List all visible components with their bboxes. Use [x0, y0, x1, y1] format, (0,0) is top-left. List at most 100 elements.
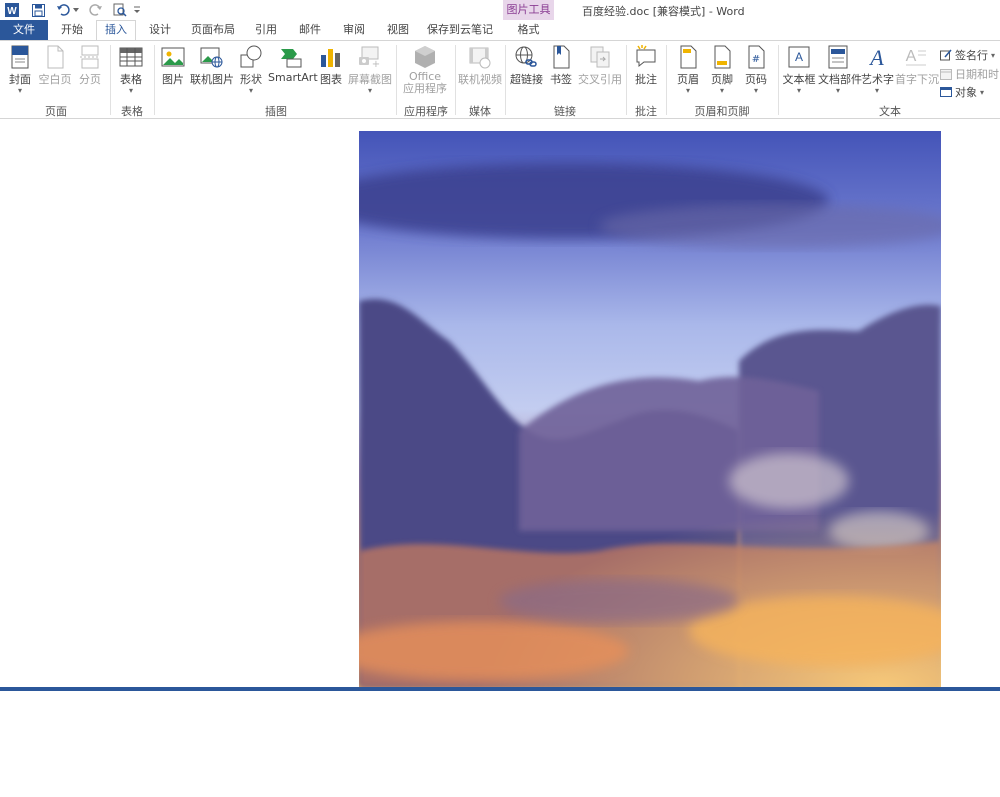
svg-text:A: A	[868, 45, 884, 69]
bookmark-button[interactable]: 书签	[548, 45, 574, 87]
shapes-icon	[240, 45, 262, 68]
undo-icon[interactable]	[55, 2, 71, 18]
tab-mailings[interactable]: 邮件	[292, 20, 328, 40]
group-label-header-footer: 页眉和页脚	[694, 105, 750, 118]
tab-insert[interactable]: 插入	[96, 20, 136, 40]
smartart-label: SmartArt	[268, 71, 318, 84]
chevron-down-icon: ▾	[128, 86, 133, 95]
hyperlink-label: 超链接	[510, 73, 543, 86]
inserted-sky-photo[interactable]	[359, 131, 941, 687]
office-apps-icon	[415, 46, 435, 68]
wordart-button[interactable]: A 艺术字 ▾	[861, 45, 894, 95]
blank-page-button[interactable]: 空白页	[38, 45, 72, 87]
tab-format[interactable]: 格式	[503, 20, 554, 40]
group-separator	[154, 45, 155, 115]
quick-parts-button[interactable]: 文档部件 ▾	[818, 45, 862, 95]
blank-page-icon	[47, 45, 64, 69]
tab-page-layout[interactable]: 页面布局	[186, 20, 240, 40]
hyperlink-icon	[515, 46, 537, 67]
object-icon	[940, 87, 952, 97]
baidu-jingyan-watermark: Bai 经验 jingyan.baidu.com	[760, 697, 950, 797]
online-video-label: 联机视频	[458, 73, 502, 86]
office-apps-button[interactable]: Office 应用程序	[400, 45, 450, 95]
group-separator	[626, 45, 627, 115]
tab-save-to-cloud-notes[interactable]: 保存到云笔记	[424, 20, 496, 40]
page-number-button[interactable]: # 页码 ▾	[742, 45, 770, 95]
date-time-button[interactable]: 日期和时间	[940, 66, 1000, 82]
wordart-label: 艺术字	[861, 73, 894, 86]
text-box-button[interactable]: A 文本框 ▾	[782, 45, 816, 95]
table-button[interactable]: 表格 ▾	[116, 45, 146, 95]
chart-button[interactable]: 图表	[318, 45, 344, 87]
cover-page-icon	[11, 45, 29, 69]
tab-view[interactable]: 视图	[380, 20, 416, 40]
object-button[interactable]: 对象 ▾	[940, 84, 984, 100]
customize-icon[interactable]	[132, 2, 142, 18]
chevron-down-icon: ▾	[796, 86, 801, 95]
redo-icon[interactable]	[88, 2, 104, 18]
page-break-button[interactable]: 分页	[76, 45, 104, 87]
chevron-down-icon: ▾	[753, 86, 758, 95]
text-box-icon: A	[788, 46, 810, 68]
chevron-down-icon: ▾	[17, 86, 22, 95]
cover-page-label: 封面	[9, 73, 31, 86]
footer-button[interactable]: 页脚 ▾	[708, 45, 736, 95]
title-bar: W 图片工具 百度经验.doc [兼容模式] - Word	[0, 0, 1000, 20]
hyperlink-button[interactable]: 超链接	[510, 45, 543, 87]
smartart-icon	[281, 49, 302, 68]
header-button[interactable]: 页眉 ▾	[674, 45, 702, 95]
group-label-illustrations: 插图	[265, 105, 287, 118]
quick-parts-label: 文档部件	[818, 73, 862, 86]
watermark-brand-latin: Bai	[766, 725, 819, 763]
page-break-label: 分页	[79, 73, 101, 86]
comment-label: 批注	[635, 73, 657, 86]
wordart-icon: A	[868, 45, 884, 69]
signature-line-button[interactable]: 签名行 ▾	[940, 47, 995, 63]
group-label-tables: 表格	[121, 105, 143, 118]
print-preview-icon[interactable]	[112, 2, 128, 18]
picture-tools-context-label: 图片工具	[503, 0, 554, 20]
document-area[interactable]: Bai 经验 jingyan.baidu.com	[0, 119, 1000, 787]
watermark-url: jingyan.baidu.com	[770, 767, 916, 787]
save-icon[interactable]	[30, 2, 46, 18]
picture-button[interactable]: 图片	[160, 45, 186, 87]
chevron-down-icon: ▾	[248, 86, 253, 95]
group-separator	[778, 45, 779, 115]
header-label: 页眉	[677, 73, 699, 86]
chevron-down-icon: ▾	[980, 87, 985, 97]
tab-review[interactable]: 审阅	[336, 20, 372, 40]
online-picture-label: 联机图片	[190, 73, 234, 86]
smartart-button[interactable]: SmartArt	[268, 45, 318, 84]
word-logo-icon[interactable]: W	[4, 2, 20, 18]
drop-cap-button[interactable]: A 首字下沉	[895, 45, 939, 87]
group-label-links: 链接	[554, 105, 576, 118]
cross-reference-button[interactable]: 交叉引用	[578, 45, 622, 87]
window-title: 百度经验.doc [兼容模式] - Word	[582, 5, 745, 18]
online-video-button[interactable]: 联机视频	[458, 45, 502, 87]
undo-dropdown-icon[interactable]	[72, 2, 80, 18]
svg-text:+: +	[372, 59, 380, 69]
tab-references[interactable]: 引用	[248, 20, 284, 40]
signature-line-icon	[940, 49, 952, 61]
tab-file[interactable]: 文件	[0, 20, 48, 40]
tab-home[interactable]: 开始	[54, 20, 90, 40]
footer-label: 页脚	[711, 73, 733, 86]
chevron-down-icon: ▾	[874, 86, 879, 95]
online-picture-button[interactable]: 联机图片	[190, 45, 234, 87]
group-label-media: 媒体	[469, 105, 491, 118]
screenshot-button[interactable]: + 屏幕截图 ▾	[348, 45, 392, 95]
date-time-label: 日期和时间	[955, 68, 1000, 81]
blank-page-label: 空白页	[38, 73, 72, 86]
drop-cap-label: 首字下沉	[895, 73, 939, 86]
tab-design[interactable]: 设计	[142, 20, 178, 40]
svg-text:A: A	[795, 50, 803, 64]
watermark-brand-cn: 经验	[882, 733, 939, 764]
svg-text:A: A	[906, 48, 917, 65]
chevron-down-icon: ▾	[719, 86, 724, 95]
comment-button[interactable]: 批注	[632, 45, 660, 87]
shapes-button[interactable]: 形状 ▾	[237, 45, 265, 95]
shapes-label: 形状	[240, 73, 262, 86]
cover-page-button[interactable]: 封面 ▾	[6, 45, 34, 95]
comment-icon	[636, 45, 656, 68]
group-separator	[110, 45, 111, 115]
